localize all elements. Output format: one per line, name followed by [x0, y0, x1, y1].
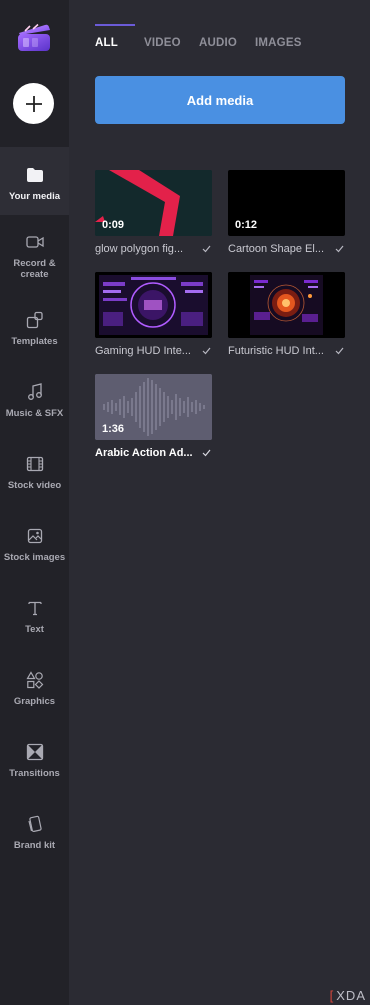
check-icon [200, 447, 212, 459]
brand-kit-icon [25, 814, 45, 834]
tab-images[interactable]: IMAGES [255, 24, 302, 49]
media-thumbnail[interactable]: 0:12 [228, 170, 345, 236]
sidebar: Your media Record & create Templates Mus… [0, 0, 69, 1005]
media-item[interactable]: 0:09 glow polygon fig... [95, 170, 212, 255]
shapes-icon [25, 670, 45, 690]
media-name: Futuristic HUD Int... [228, 345, 324, 357]
tab-audio[interactable]: AUDIO [199, 24, 255, 49]
media-thumbnail[interactable]: 1:36 [95, 374, 212, 440]
sidebar-item-label: Music & SFX [5, 408, 64, 419]
sidebar-item-label: Brand kit [13, 840, 56, 851]
media-item[interactable]: Gaming HUD Inte... [95, 272, 212, 357]
duration-label: 1:36 [102, 423, 125, 435]
sidebar-item-stock-images[interactable]: Stock images [0, 526, 69, 563]
sidebar-item-label: Stock video [7, 480, 62, 491]
sidebar-item-templates[interactable]: Templates [0, 310, 69, 347]
check-icon [200, 345, 212, 357]
sidebar-item-label: Templates [11, 336, 58, 347]
plus-icon [24, 94, 44, 114]
media-item[interactable]: Futuristic HUD Int... [228, 272, 345, 357]
tab-all[interactable]: ALL [95, 24, 144, 49]
media-name: Arabic Action Ad... [95, 447, 193, 459]
image-icon [25, 526, 45, 546]
music-icon [25, 382, 45, 402]
sidebar-item-your-media[interactable]: Your media [0, 147, 69, 215]
add-media-button[interactable]: Add media [95, 76, 345, 124]
media-name: Gaming HUD Inte... [95, 345, 191, 357]
duration-label: 0:12 [235, 219, 258, 231]
tab-video[interactable]: VIDEO [144, 24, 199, 49]
media-item[interactable]: 0:12 Cartoon Shape El... [228, 170, 345, 255]
sidebar-item-label: Graphics [13, 696, 56, 707]
sidebar-item-stock-video[interactable]: Stock video [0, 454, 69, 491]
sidebar-item-music-sfx[interactable]: Music & SFX [0, 382, 69, 419]
camera-icon [25, 232, 45, 252]
media-thumbnail[interactable] [95, 272, 212, 338]
sidebar-item-label: Your media [8, 191, 61, 202]
check-icon [333, 243, 345, 255]
media-name: Cartoon Shape El... [228, 243, 325, 255]
check-icon [200, 243, 212, 255]
folder-icon [25, 165, 45, 185]
check-icon [333, 345, 345, 357]
clipchamp-logo-icon[interactable] [17, 22, 51, 52]
sidebar-item-label: Stock images [3, 552, 66, 563]
watermark-bracket: [ [329, 988, 335, 1003]
media-filter-tabs: ALL VIDEO AUDIO IMAGES [95, 24, 302, 49]
templates-icon [25, 310, 45, 330]
duration-label: 0:09 [102, 219, 125, 231]
create-new-button[interactable] [13, 83, 54, 124]
sidebar-item-brand-kit[interactable]: Brand kit [0, 814, 69, 851]
text-icon [25, 598, 45, 618]
media-thumbnail[interactable]: 0:09 [95, 170, 212, 236]
media-item[interactable]: 1:36 Arabic Action Ad... [95, 374, 212, 459]
sidebar-item-text[interactable]: Text [0, 598, 69, 635]
sidebar-item-label: Text [25, 624, 44, 635]
media-panel: ALL VIDEO AUDIO IMAGES Add media 0:09 gl… [69, 0, 370, 1005]
xda-watermark: [ XDA [330, 988, 366, 1003]
sidebar-item-label: Transitions [9, 768, 60, 779]
transitions-icon [25, 742, 45, 762]
sidebar-item-transitions[interactable]: Transitions [0, 742, 69, 779]
sidebar-item-graphics[interactable]: Graphics [0, 670, 69, 707]
sidebar-item-label: Record & create [13, 258, 56, 280]
film-icon [25, 454, 45, 474]
watermark-text: XDA [336, 988, 366, 1003]
sidebar-item-record-create[interactable]: Record & create [0, 232, 69, 280]
media-name: glow polygon fig... [95, 243, 184, 255]
media-thumbnail[interactable] [228, 272, 345, 338]
